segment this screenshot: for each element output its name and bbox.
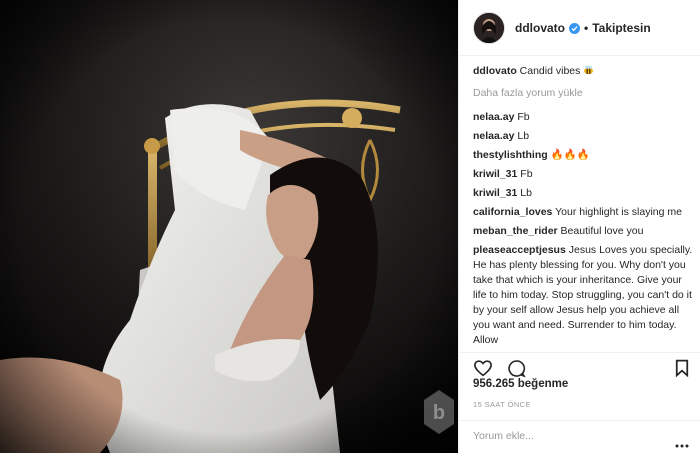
post-header: ddlovato • Takiptesin bbox=[459, 0, 700, 56]
svg-text:b: b bbox=[433, 402, 445, 424]
follow-status-button[interactable]: Takiptesin bbox=[592, 21, 650, 35]
comment-text: Beautiful love you bbox=[560, 225, 644, 237]
comment-username[interactable]: kriwil_31 bbox=[473, 168, 517, 180]
avatar-image bbox=[474, 12, 504, 43]
comment-item: meban_the_rider Beautiful love you bbox=[473, 224, 693, 239]
action-bar bbox=[459, 352, 700, 378]
comment-item: nelaa.ay Fb bbox=[473, 110, 693, 125]
comment-item: kriwil_31 Fb bbox=[473, 167, 693, 182]
comment-item: pleaseacceptjesus Jesus Loves you specia… bbox=[473, 243, 693, 346]
verified-icon bbox=[569, 23, 580, 34]
comment-username[interactable]: meban_the_rider bbox=[473, 225, 558, 237]
post-photo[interactable]: b bbox=[0, 0, 458, 453]
post-timestamp: 15 SAAT ÖNCE bbox=[473, 400, 531, 409]
more-options-icon[interactable] bbox=[675, 435, 689, 453]
avatar[interactable] bbox=[473, 11, 505, 44]
comment-item: california_loves Your highlight is slayi… bbox=[473, 205, 693, 220]
caption-text: Candid vibes bbox=[519, 65, 581, 77]
comment-text: 🔥🔥🔥 bbox=[550, 149, 590, 161]
header-username[interactable]: ddlovato bbox=[515, 21, 565, 35]
comment-username[interactable]: kriwil_31 bbox=[473, 187, 517, 199]
comments-list: ddlovato Candid vibes Daha fazla yorum y… bbox=[473, 64, 693, 346]
comment-item: nelaa.ay Lb bbox=[473, 129, 693, 144]
comment-text: Fb bbox=[517, 111, 530, 123]
comment-text: Jesus Loves you specially. He has plenty… bbox=[473, 244, 693, 346]
caption: ddlovato Candid vibes bbox=[473, 64, 693, 79]
comment-text: Lb bbox=[517, 130, 530, 142]
comment-text: Fb bbox=[520, 168, 533, 180]
comment-username[interactable]: thestylishthing bbox=[473, 149, 548, 161]
separator-dot: • bbox=[584, 20, 589, 35]
comment-username[interactable]: nelaa.ay bbox=[473, 130, 514, 142]
caption-username[interactable]: ddlovato bbox=[473, 65, 517, 77]
comment-text: Your highlight is slaying me bbox=[555, 206, 682, 218]
comment-text: Lb bbox=[520, 187, 532, 199]
comment-username[interactable]: pleaseacceptjesus bbox=[473, 244, 566, 256]
likes-count[interactable]: 956.265 beğenme bbox=[473, 378, 568, 390]
post-sidebar: ddlovato • Takiptesin ddlovato Candid vi… bbox=[458, 0, 700, 453]
add-comment-input[interactable] bbox=[473, 430, 653, 442]
bookmark-icon[interactable] bbox=[675, 359, 689, 382]
add-comment-bar bbox=[459, 420, 700, 453]
comment-username[interactable]: california_loves bbox=[473, 206, 552, 218]
comment-item: kriwil_31 Lb bbox=[473, 186, 693, 201]
comment-username[interactable]: nelaa.ay bbox=[473, 111, 514, 123]
watermark-logo-icon: b bbox=[424, 390, 454, 434]
post-photo-illustration bbox=[0, 0, 458, 453]
load-more-comments[interactable]: Daha fazla yorum yükle bbox=[473, 86, 693, 101]
bee-emoji-icon bbox=[583, 65, 594, 77]
comment-item: thestylishthing 🔥🔥🔥 bbox=[473, 148, 693, 163]
